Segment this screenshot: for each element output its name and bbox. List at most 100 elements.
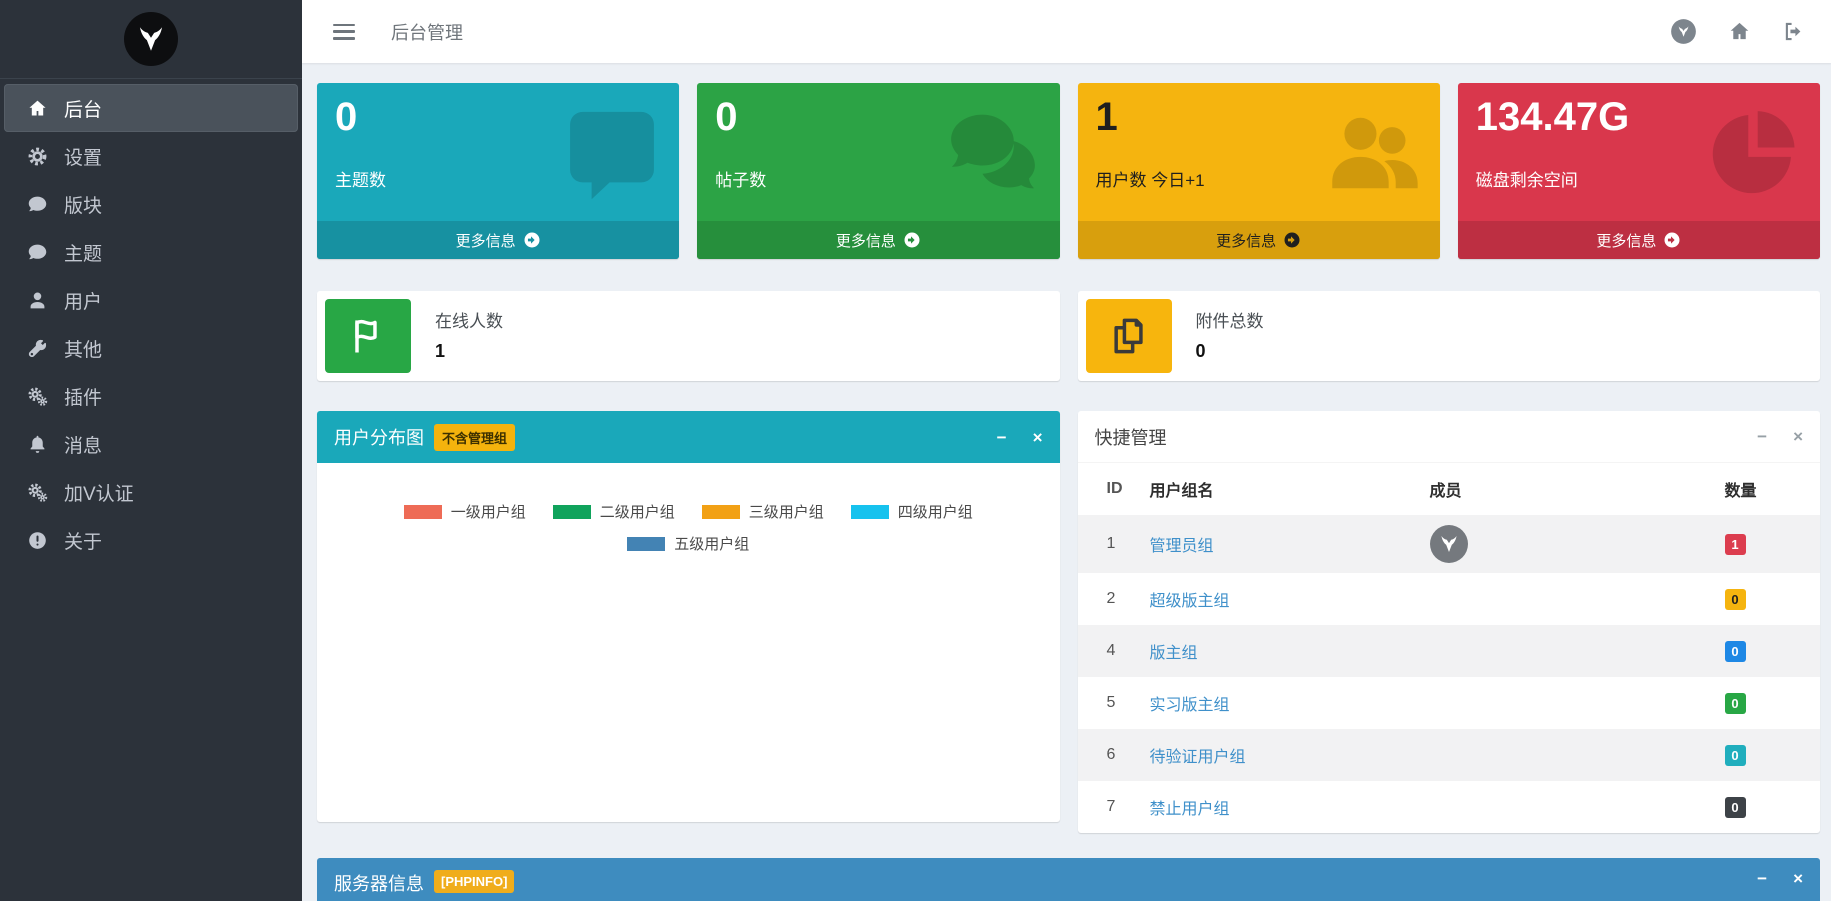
page-title: 后台管理 <box>391 19 463 45</box>
stat-card-posts: 0 帖子数 更多信息 <box>697 83 1059 259</box>
close-icon[interactable]: × <box>1793 428 1803 445</box>
count-badge: 1 <box>1725 534 1746 555</box>
user-icon <box>27 290 51 311</box>
info-box-attachments: 附件总数 0 <box>1078 291 1821 381</box>
sidebar-item-forums[interactable]: 版块 <box>0 180 302 228</box>
sidebar-item-label: 用户 <box>64 287 102 314</box>
sidebar-item-messages[interactable]: 消息 <box>0 420 302 468</box>
stat-label: 用户数 今日+1 <box>1096 166 1422 191</box>
group-link[interactable]: 超级版主组 <box>1150 593 1230 610</box>
stat-card-threads: 0 主题数 更多信息 <box>317 83 679 259</box>
sidebar-item-settings[interactable]: 设置 <box>0 132 302 180</box>
legend-swatch <box>702 505 740 519</box>
cogs-icon <box>27 386 51 407</box>
table-row: 7 禁止用户组 0 <box>1078 781 1821 833</box>
info-box-label: 附件总数 <box>1196 307 1264 332</box>
topbar-actions <box>1670 18 1805 45</box>
close-icon[interactable]: × <box>1793 870 1803 887</box>
sidebar-item-label: 主题 <box>64 239 102 266</box>
cell-id: 4 <box>1078 625 1150 677</box>
sidebar-item-about[interactable]: 关于 <box>0 516 302 564</box>
stat-value: 0 <box>715 95 1041 139</box>
cell-id: 6 <box>1078 729 1150 781</box>
cell-id: 7 <box>1078 781 1150 833</box>
table-header-row: ID 用户组名 成员 数量 <box>1078 463 1821 515</box>
info-box-value: 0 <box>1196 341 1264 362</box>
quick-manage-panel: 快捷管理 − × ID 用户组名 成员 数量 1 <box>1078 411 1821 833</box>
info-box-online: 在线人数 1 <box>317 291 1060 381</box>
count-badge: 0 <box>1725 589 1746 610</box>
panel-title: 快捷管理 <box>1095 424 1167 450</box>
legend-label: 五级用户组 <box>674 533 749 554</box>
phpinfo-badge[interactable]: [PHPINFO] <box>434 870 514 893</box>
sidebar-item-verification[interactable]: 加V认证 <box>0 468 302 516</box>
minimize-icon[interactable]: − <box>1757 870 1767 887</box>
arrow-circle-right-icon <box>1283 231 1301 249</box>
table-row: 4 版主组 0 <box>1078 625 1821 677</box>
legend-item[interactable]: 五级用户组 <box>627 533 749 554</box>
arrow-circle-right-icon <box>1663 231 1681 249</box>
group-link[interactable]: 待验证用户组 <box>1150 749 1246 766</box>
close-icon[interactable]: × <box>1033 429 1043 446</box>
legend-swatch <box>553 505 591 519</box>
more-info-link[interactable]: 更多信息 <box>317 221 679 259</box>
legend-item[interactable]: 二级用户组 <box>553 501 675 522</box>
sidebar-item-threads[interactable]: 主题 <box>0 228 302 276</box>
sidebar-item-users[interactable]: 用户 <box>0 276 302 324</box>
info-box-label: 在线人数 <box>435 307 503 332</box>
count-badge: 0 <box>1725 641 1746 662</box>
panel-title: 用户分布图 <box>334 424 424 450</box>
user-groups-table: ID 用户组名 成员 数量 1 管理员组 1 2 超级版主 <box>1078 463 1821 833</box>
sidebar-logo-area <box>0 0 302 79</box>
cogs-icon <box>27 482 51 503</box>
legend-label: 三级用户组 <box>749 501 824 522</box>
legend-swatch <box>627 537 665 551</box>
sidebar-toggle-icon[interactable] <box>333 24 355 40</box>
legend-label: 一级用户组 <box>451 501 526 522</box>
panel-header: 用户分布图 不含管理组 − × <box>317 411 1060 463</box>
sidebar-item-label: 消息 <box>64 431 102 458</box>
minimize-icon[interactable]: − <box>1757 428 1767 445</box>
stat-cards-row: 0 主题数 更多信息 0 帖子数 更多信息 1 用户数 今日+1 <box>317 83 1820 259</box>
more-info-label: 更多信息 <box>1596 230 1656 251</box>
stat-label: 主题数 <box>335 166 661 191</box>
stat-card-disk: 134.47G 磁盘剩余空间 更多信息 <box>1458 83 1820 259</box>
arrow-circle-right-icon <box>523 231 541 249</box>
brand-logo-icon[interactable] <box>124 12 178 66</box>
more-info-link[interactable]: 更多信息 <box>1078 221 1440 259</box>
sidebar-item-label: 关于 <box>64 527 102 554</box>
info-circle-icon <box>27 530 51 551</box>
home-icon <box>27 98 51 119</box>
legend-item[interactable]: 三级用户组 <box>702 501 824 522</box>
stat-value: 0 <box>335 95 661 139</box>
group-link[interactable]: 禁止用户组 <box>1150 801 1230 818</box>
legend-swatch <box>404 505 442 519</box>
minimize-icon[interactable]: − <box>997 429 1007 446</box>
sidebar: 后台 设置 版块 主题 用户 其他 插件 消息 <box>0 0 302 901</box>
sidebar-item-plugins[interactable]: 插件 <box>0 372 302 420</box>
more-info-link[interactable]: 更多信息 <box>1458 221 1820 259</box>
stat-value: 134.47G <box>1476 95 1802 139</box>
more-info-label: 更多信息 <box>456 230 516 251</box>
column-header-count: 数量 <box>1725 463 1821 515</box>
home-icon[interactable] <box>1728 20 1751 43</box>
gear-icon <box>27 146 51 167</box>
sidebar-item-backend[interactable]: 后台 <box>4 84 298 132</box>
legend-item[interactable]: 一级用户组 <box>404 501 526 522</box>
legend-swatch <box>851 505 889 519</box>
avatar[interactable] <box>1430 525 1468 563</box>
profile-logo-icon[interactable] <box>1670 18 1697 45</box>
sign-out-icon[interactable] <box>1782 20 1805 43</box>
main-content: 0 主题数 更多信息 0 帖子数 更多信息 1 用户数 今日+1 <box>302 63 1831 901</box>
more-info-link[interactable]: 更多信息 <box>697 221 1059 259</box>
group-link[interactable]: 版主组 <box>1150 645 1198 662</box>
more-info-label: 更多信息 <box>836 230 896 251</box>
legend-item[interactable]: 四级用户组 <box>851 501 973 522</box>
copy-icon <box>1086 299 1172 373</box>
sidebar-item-other[interactable]: 其他 <box>0 324 302 372</box>
group-link[interactable]: 管理员组 <box>1150 538 1214 555</box>
group-link[interactable]: 实习版主组 <box>1150 697 1230 714</box>
table-row: 1 管理员组 1 <box>1078 515 1821 573</box>
cell-id: 2 <box>1078 573 1150 625</box>
column-header-member: 成员 <box>1430 463 1725 515</box>
